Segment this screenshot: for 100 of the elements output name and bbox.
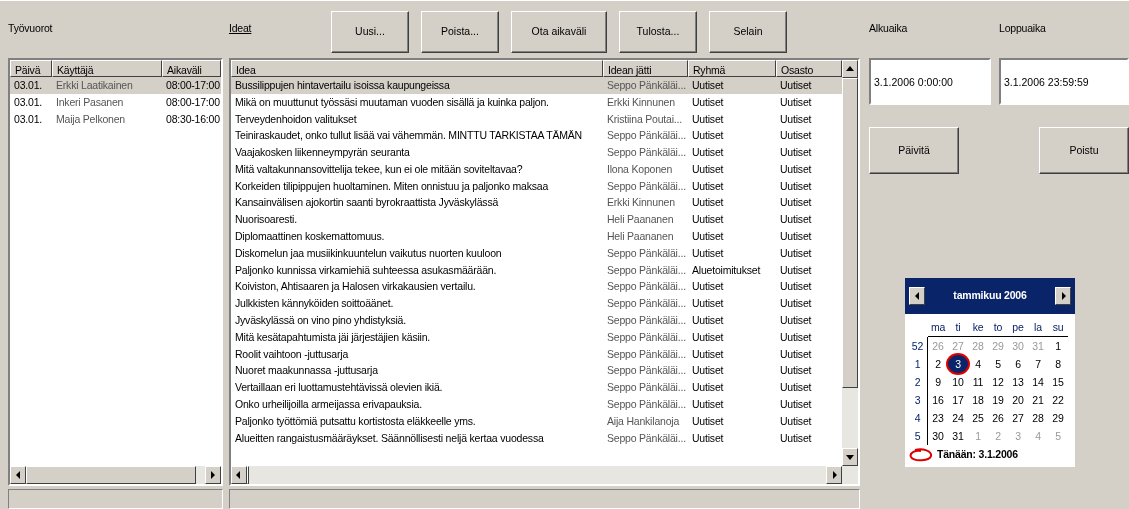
table-cell-text: Uutiset bbox=[779, 313, 813, 329]
calendar-day[interactable]: 25 bbox=[968, 409, 988, 427]
calendar-day[interactable]: 12 bbox=[988, 373, 1008, 391]
scroll-arrow-button[interactable] bbox=[231, 466, 247, 485]
toolbar-button[interactable]: Ota aikaväli bbox=[511, 11, 607, 53]
calendar-day[interactable]: 4 bbox=[968, 355, 988, 373]
table-row[interactable]: 03.01. Inkeri Pasanen 08:00-17:00 bbox=[10, 93, 221, 111]
toolbar-button[interactable]: Tulosta... bbox=[619, 11, 697, 53]
table-cell-text: Uutiset bbox=[691, 229, 725, 245]
calendar-day[interactable]: 24 bbox=[948, 409, 968, 427]
calendar-day[interactable]: 27 bbox=[1008, 409, 1028, 427]
weekday-label: ti bbox=[948, 318, 968, 337]
calendar-day[interactable]: 17 bbox=[948, 391, 968, 409]
scroll-thumb[interactable] bbox=[842, 77, 858, 388]
scroll-arrow-button[interactable] bbox=[842, 59, 858, 78]
column-header[interactable]: Idean jätti bbox=[603, 59, 688, 77]
calendar-day[interactable]: 2 bbox=[928, 355, 948, 373]
toolbar-button[interactable]: Uusi... bbox=[331, 11, 409, 53]
column-header[interactable]: Ryhmä bbox=[688, 59, 776, 77]
week-number: 4 bbox=[908, 409, 928, 427]
calendar-day[interactable]: 8 bbox=[1048, 355, 1068, 373]
calendar-day[interactable]: 14 bbox=[1028, 373, 1048, 391]
table-row[interactable]: Paljonko työttömiä putsattu kortistosta eläkkeelle yms. Aija Hankilanoja Uutiset Uutiset bbox=[231, 412, 842, 430]
calendar-day[interactable]: 7 bbox=[1028, 355, 1048, 373]
scroll-arrow-button[interactable] bbox=[842, 448, 858, 467]
table-row[interactable]: Mitä valtakunnansovittelija tekee, kun ei ole mitään soviteltavaa? Ilona Koponen Uutiset Uutiset bbox=[231, 160, 842, 178]
calendar-day[interactable]: 9 bbox=[928, 373, 948, 391]
action-button[interactable]: Päivitä bbox=[869, 127, 959, 174]
column-header[interactable]: Käyttäjä bbox=[52, 59, 162, 77]
column-header[interactable]: Idea bbox=[231, 59, 603, 77]
table-cell-text: Erkki Laatikainen bbox=[55, 77, 134, 93]
previous-month-button[interactable] bbox=[909, 287, 925, 305]
today-link[interactable]: Tänään: 3.1.2006 bbox=[937, 447, 1018, 463]
calendar-day[interactable]: 6 bbox=[1008, 355, 1028, 373]
table-row[interactable]: Roolit vaihtoon -juttusarja Seppo Pänkäläi... Uutiset Uutiset bbox=[231, 345, 842, 363]
calendar-day[interactable]: 22 bbox=[1048, 391, 1068, 409]
table-row[interactable]: Koiviston, Ahtisaaren ja Halosen virkakausien vertailu. Seppo Pänkäläi... Uutiset Uutiset bbox=[231, 278, 842, 296]
table-cell-text: 03.01. bbox=[13, 94, 43, 110]
column-header[interactable]: Osasto bbox=[776, 59, 842, 77]
calendar-day[interactable]: 21 bbox=[1028, 391, 1048, 409]
calendar-day[interactable]: 19 bbox=[988, 391, 1008, 409]
calendar-day[interactable]: 26 bbox=[988, 409, 1008, 427]
column-header[interactable]: Päivä bbox=[10, 59, 52, 77]
table-row[interactable]: Teiniraskaudet, onko tullut lisää vai vähemmän. MINTTU TARKISTAA TÄMÄN Seppo Pänkäläi... Uutiset Uutiset bbox=[231, 127, 842, 145]
calendar-day[interactable]: 30 bbox=[928, 427, 948, 445]
calendar-day[interactable]: 16 bbox=[928, 391, 948, 409]
scroll-arrow-button[interactable] bbox=[205, 466, 221, 485]
action-button[interactable]: Poistu bbox=[1039, 127, 1129, 174]
calendar-day[interactable]: 20 bbox=[1008, 391, 1028, 409]
calendar-day[interactable]: 1 bbox=[1048, 337, 1068, 355]
weekday-label: ke bbox=[968, 318, 988, 337]
table-row[interactable]: Nuorisoaresti. Heli Paananen Uutiset Uutiset bbox=[231, 211, 842, 229]
table-row[interactable]: Paljonko kunnissa virkamiehiä suhteessa asukasmäärään. Seppo Pänkäläi... Aluetoimitukset Uutiset bbox=[231, 261, 842, 279]
calendar-day[interactable]: 29 bbox=[1048, 409, 1068, 427]
table-row[interactable]: Vaajakosken liikenneympyrän seuranta Seppo Pänkäläi... Uutiset Uutiset bbox=[231, 144, 842, 161]
column-header[interactable]: Aikaväli bbox=[162, 59, 221, 77]
table-row[interactable]: 03.01. Maija Pelkonen 08:30-16:00 bbox=[10, 110, 221, 128]
calendar-day[interactable]: 18 bbox=[968, 391, 988, 409]
next-month-button[interactable] bbox=[1055, 287, 1071, 305]
field-label: Alkuaika bbox=[869, 21, 909, 36]
table-cell-text: Korkeiden tilipippujen huoltaminen. Miten onnistuu ja paljonko maksaa bbox=[234, 178, 550, 194]
scroll-arrow-button[interactable] bbox=[10, 466, 26, 485]
scroll-arrow-button[interactable] bbox=[826, 466, 842, 485]
weekday-label: ma bbox=[928, 318, 948, 337]
date-field[interactable]: 3.1.2006 0:00:00 bbox=[869, 58, 991, 105]
calendar-day[interactable]: 23 bbox=[928, 409, 948, 427]
table-row[interactable]: Terveydenhoidon valitukset Kristiina Poutai... Uutiset Uutiset bbox=[231, 110, 842, 128]
calendar-day[interactable]: 31 bbox=[948, 427, 968, 445]
table-row[interactable]: Mitä kesätapahtumista jäi järjestäjien käsiin. Seppo Pänkäläi... Uutiset Uutiset bbox=[231, 328, 842, 346]
table-row[interactable]: Diskomelun jaa musiikinkuuntelun vaikutus nuorten kuuloon Seppo Pänkäläi... Uutiset Uutiset bbox=[231, 244, 842, 262]
calendar-day[interactable]: 28 bbox=[1028, 409, 1048, 427]
date-field[interactable]: 3.1.2006 23:59:59 bbox=[999, 58, 1129, 105]
calendar-day[interactable]: 3 bbox=[948, 355, 968, 373]
table-cell-text: Seppo Pänkäläi... bbox=[606, 262, 687, 278]
table-cell-text: 03.01. bbox=[13, 77, 43, 93]
table-cell-text: Uutiset bbox=[779, 329, 813, 345]
table-cell-text: Aija Hankilanoja bbox=[606, 413, 681, 429]
calendar-day[interactable]: 15 bbox=[1048, 373, 1068, 391]
table-row[interactable]: Julkkisten kännyköiden soittoäänet. Seppo Pänkäläi... Uutiset Uutiset bbox=[231, 295, 842, 313]
table-row[interactable]: Mikä on muuttunut työssäsi muutaman vuoden sisällä ja kuinka paljon. Erkki Kinnunen Uutiset Uutiset bbox=[231, 93, 842, 111]
table-cell-text: Uutiset bbox=[779, 212, 813, 228]
table-row[interactable]: Korkeiden tilipippujen huoltaminen. Miten onnistuu ja paljonko maksaa Seppo Pänkäläi... Uutiset Uutiset bbox=[231, 177, 842, 195]
calendar-day[interactable]: 13 bbox=[1008, 373, 1028, 391]
calendar-day[interactable]: 5 bbox=[988, 355, 1008, 373]
table-cell-text: Seppo Pänkäläi... bbox=[606, 346, 687, 362]
table-row[interactable]: Jyväskylässä on vino pino yhdistyksiä. Seppo Pänkäläi... Uutiset Uutiset bbox=[231, 312, 842, 329]
table-row[interactable]: Vertaillaan eri luottamustehtävissä olevien ikiä. Seppo Pänkäläi... Uutiset Uutiset bbox=[231, 379, 842, 397]
calendar-day[interactable]: 10 bbox=[948, 373, 968, 391]
scroll-thumb[interactable] bbox=[26, 466, 196, 485]
calendar-day[interactable]: 11 bbox=[968, 373, 988, 391]
toolbar-button[interactable]: Poista... bbox=[421, 11, 499, 53]
table-row[interactable]: Nuoret maakunnassa -juttusarja Seppo Pänkäläi... Uutiset Uutiset bbox=[231, 362, 842, 380]
table-cell-text: Uutiset bbox=[779, 128, 813, 144]
table-row[interactable]: Onko urheilijoilla armeijassa erivapauksia. Seppo Pänkäläi... Uutiset Uutiset bbox=[231, 396, 842, 413]
toolbar-button[interactable]: Selain bbox=[709, 11, 787, 53]
table-row[interactable]: Diplomaattinen koskemattomuus. Heli Paananen Uutiset Uutiset bbox=[231, 228, 842, 245]
table-cell-text: Vaajakosken liikenneympyrän seuranta bbox=[234, 145, 411, 161]
table-cell-text: Nuorisoaresti. bbox=[234, 212, 298, 228]
table-row[interactable]: Alueitten rangaistusmääräykset. Säännöllisesti neljä kertaa vuodessa Seppo Pänkäläi... Uutiset Uutiset bbox=[231, 429, 842, 447]
table-row[interactable]: Kansainvälisen ajokortin saanti byrokraattista Jyväskylässä Erkki Kinnunen Uutiset Uutiset bbox=[231, 194, 842, 212]
